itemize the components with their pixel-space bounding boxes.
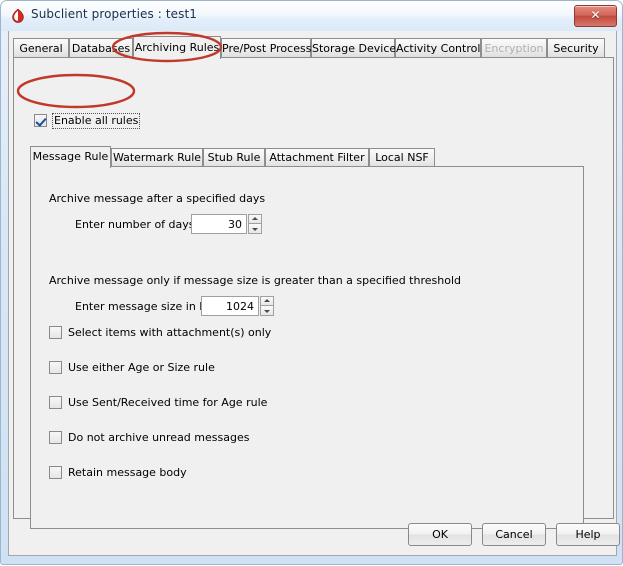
- chevron-up-icon: [252, 217, 258, 220]
- tab-archiving-rules[interactable]: Archiving Rules: [133, 36, 221, 59]
- checkbox-label-select-items-with-attachment-s-only: Select items with attachment(s) only: [68, 326, 272, 339]
- tab-activity-control[interactable]: Activity Control: [395, 38, 481, 58]
- chevron-down-icon: [264, 309, 270, 313]
- tab-storage-device[interactable]: Storage Device: [311, 38, 396, 58]
- age-section-title: Archive message after a specified days: [49, 192, 266, 205]
- dialog-client-area: General Databases Archiving Rules Pre/Post …: [8, 31, 620, 556]
- days-spinner-up-button[interactable]: [248, 214, 262, 224]
- help-button[interactable]: Help: [556, 523, 620, 546]
- days-input[interactable]: [191, 214, 247, 234]
- subtab-local-nsf[interactable]: Local NSF: [369, 148, 435, 167]
- subtab-message-rule[interactable]: Message Rule: [30, 146, 111, 168]
- days-spinner[interactable]: [191, 214, 262, 234]
- enable-all-rules-label: Enable all rules: [52, 113, 141, 129]
- title-bar: Subclient properties : test1 ✕: [1, 1, 622, 31]
- message-rule-panel: Archive message after a specified days E…: [30, 166, 584, 529]
- checkbox-label-retain-message-body: Retain message body: [68, 466, 187, 479]
- properties-tabstrip: General Databases Archiving Rules Pre/Post …: [13, 36, 614, 59]
- close-button[interactable]: ✕: [574, 5, 617, 27]
- size-spinner-down-button[interactable]: [260, 306, 274, 316]
- checkbox-do-not-archive-unread-messages[interactable]: [49, 431, 62, 444]
- tab-pre-post-process[interactable]: Pre/Post Process: [221, 38, 311, 58]
- dialog-button-bar: OK Cancel Help: [9, 523, 620, 555]
- checkbox-label-use-sent-received-time-for-age-rule: Use Sent/Received time for Age rule: [68, 396, 268, 409]
- subclient-properties-window: Subclient properties : test1 ✕ General Da…: [0, 0, 623, 565]
- size-section-title: Archive message only if message size is …: [49, 274, 461, 287]
- cancel-button[interactable]: Cancel: [482, 523, 546, 546]
- size-spinner-buttons[interactable]: [260, 296, 274, 316]
- archiving-rules-panel: Enable all rules Message Rule Watermark R…: [13, 57, 614, 529]
- chevron-up-icon: [264, 299, 270, 302]
- checkbox-label-do-not-archive-unread-messages: Do not archive unread messages: [68, 431, 250, 444]
- window-title: Subclient properties : test1: [31, 7, 198, 21]
- tab-security[interactable]: Security: [547, 38, 605, 58]
- chevron-down-icon: [252, 227, 258, 231]
- tab-databases[interactable]: Databases: [69, 38, 133, 58]
- enter-number-of-days-label: Enter number of days:: [75, 218, 199, 231]
- rules-tabstrip: Message Rule Watermark Rule Stub Rule Attac…: [30, 146, 590, 168]
- checkbox-select-items-with-attachment-s-only[interactable]: [49, 326, 62, 339]
- enable-all-rules-checkbox[interactable]: [34, 114, 47, 127]
- size-spinner-up-button[interactable]: [260, 296, 274, 306]
- days-spinner-buttons[interactable]: [248, 214, 262, 234]
- subtab-stub-rule[interactable]: Stub Rule: [203, 148, 265, 167]
- subtab-attachment-filter[interactable]: Attachment Filter: [265, 148, 369, 167]
- checkbox-retain-message-body[interactable]: [49, 466, 62, 479]
- checkbox-use-either-age-or-size-rule[interactable]: [49, 361, 62, 374]
- days-spinner-down-button[interactable]: [248, 224, 262, 234]
- close-icon: ✕: [590, 8, 601, 22]
- commvault-droplet-icon: [10, 8, 26, 24]
- ok-button[interactable]: OK: [408, 523, 472, 546]
- tab-general[interactable]: General: [13, 38, 69, 58]
- checkbox-use-sent-received-time-for-age-rule[interactable]: [49, 396, 62, 409]
- tab-encryption: Encryption: [481, 38, 547, 58]
- checkbox-label-use-either-age-or-size-rule: Use either Age or Size rule: [68, 361, 215, 374]
- enter-message-size-label: Enter message size in KB:: [75, 300, 218, 313]
- subtab-watermark-rule[interactable]: Watermark Rule: [111, 148, 203, 167]
- size-spinner[interactable]: [201, 296, 274, 316]
- size-input[interactable]: [201, 296, 259, 316]
